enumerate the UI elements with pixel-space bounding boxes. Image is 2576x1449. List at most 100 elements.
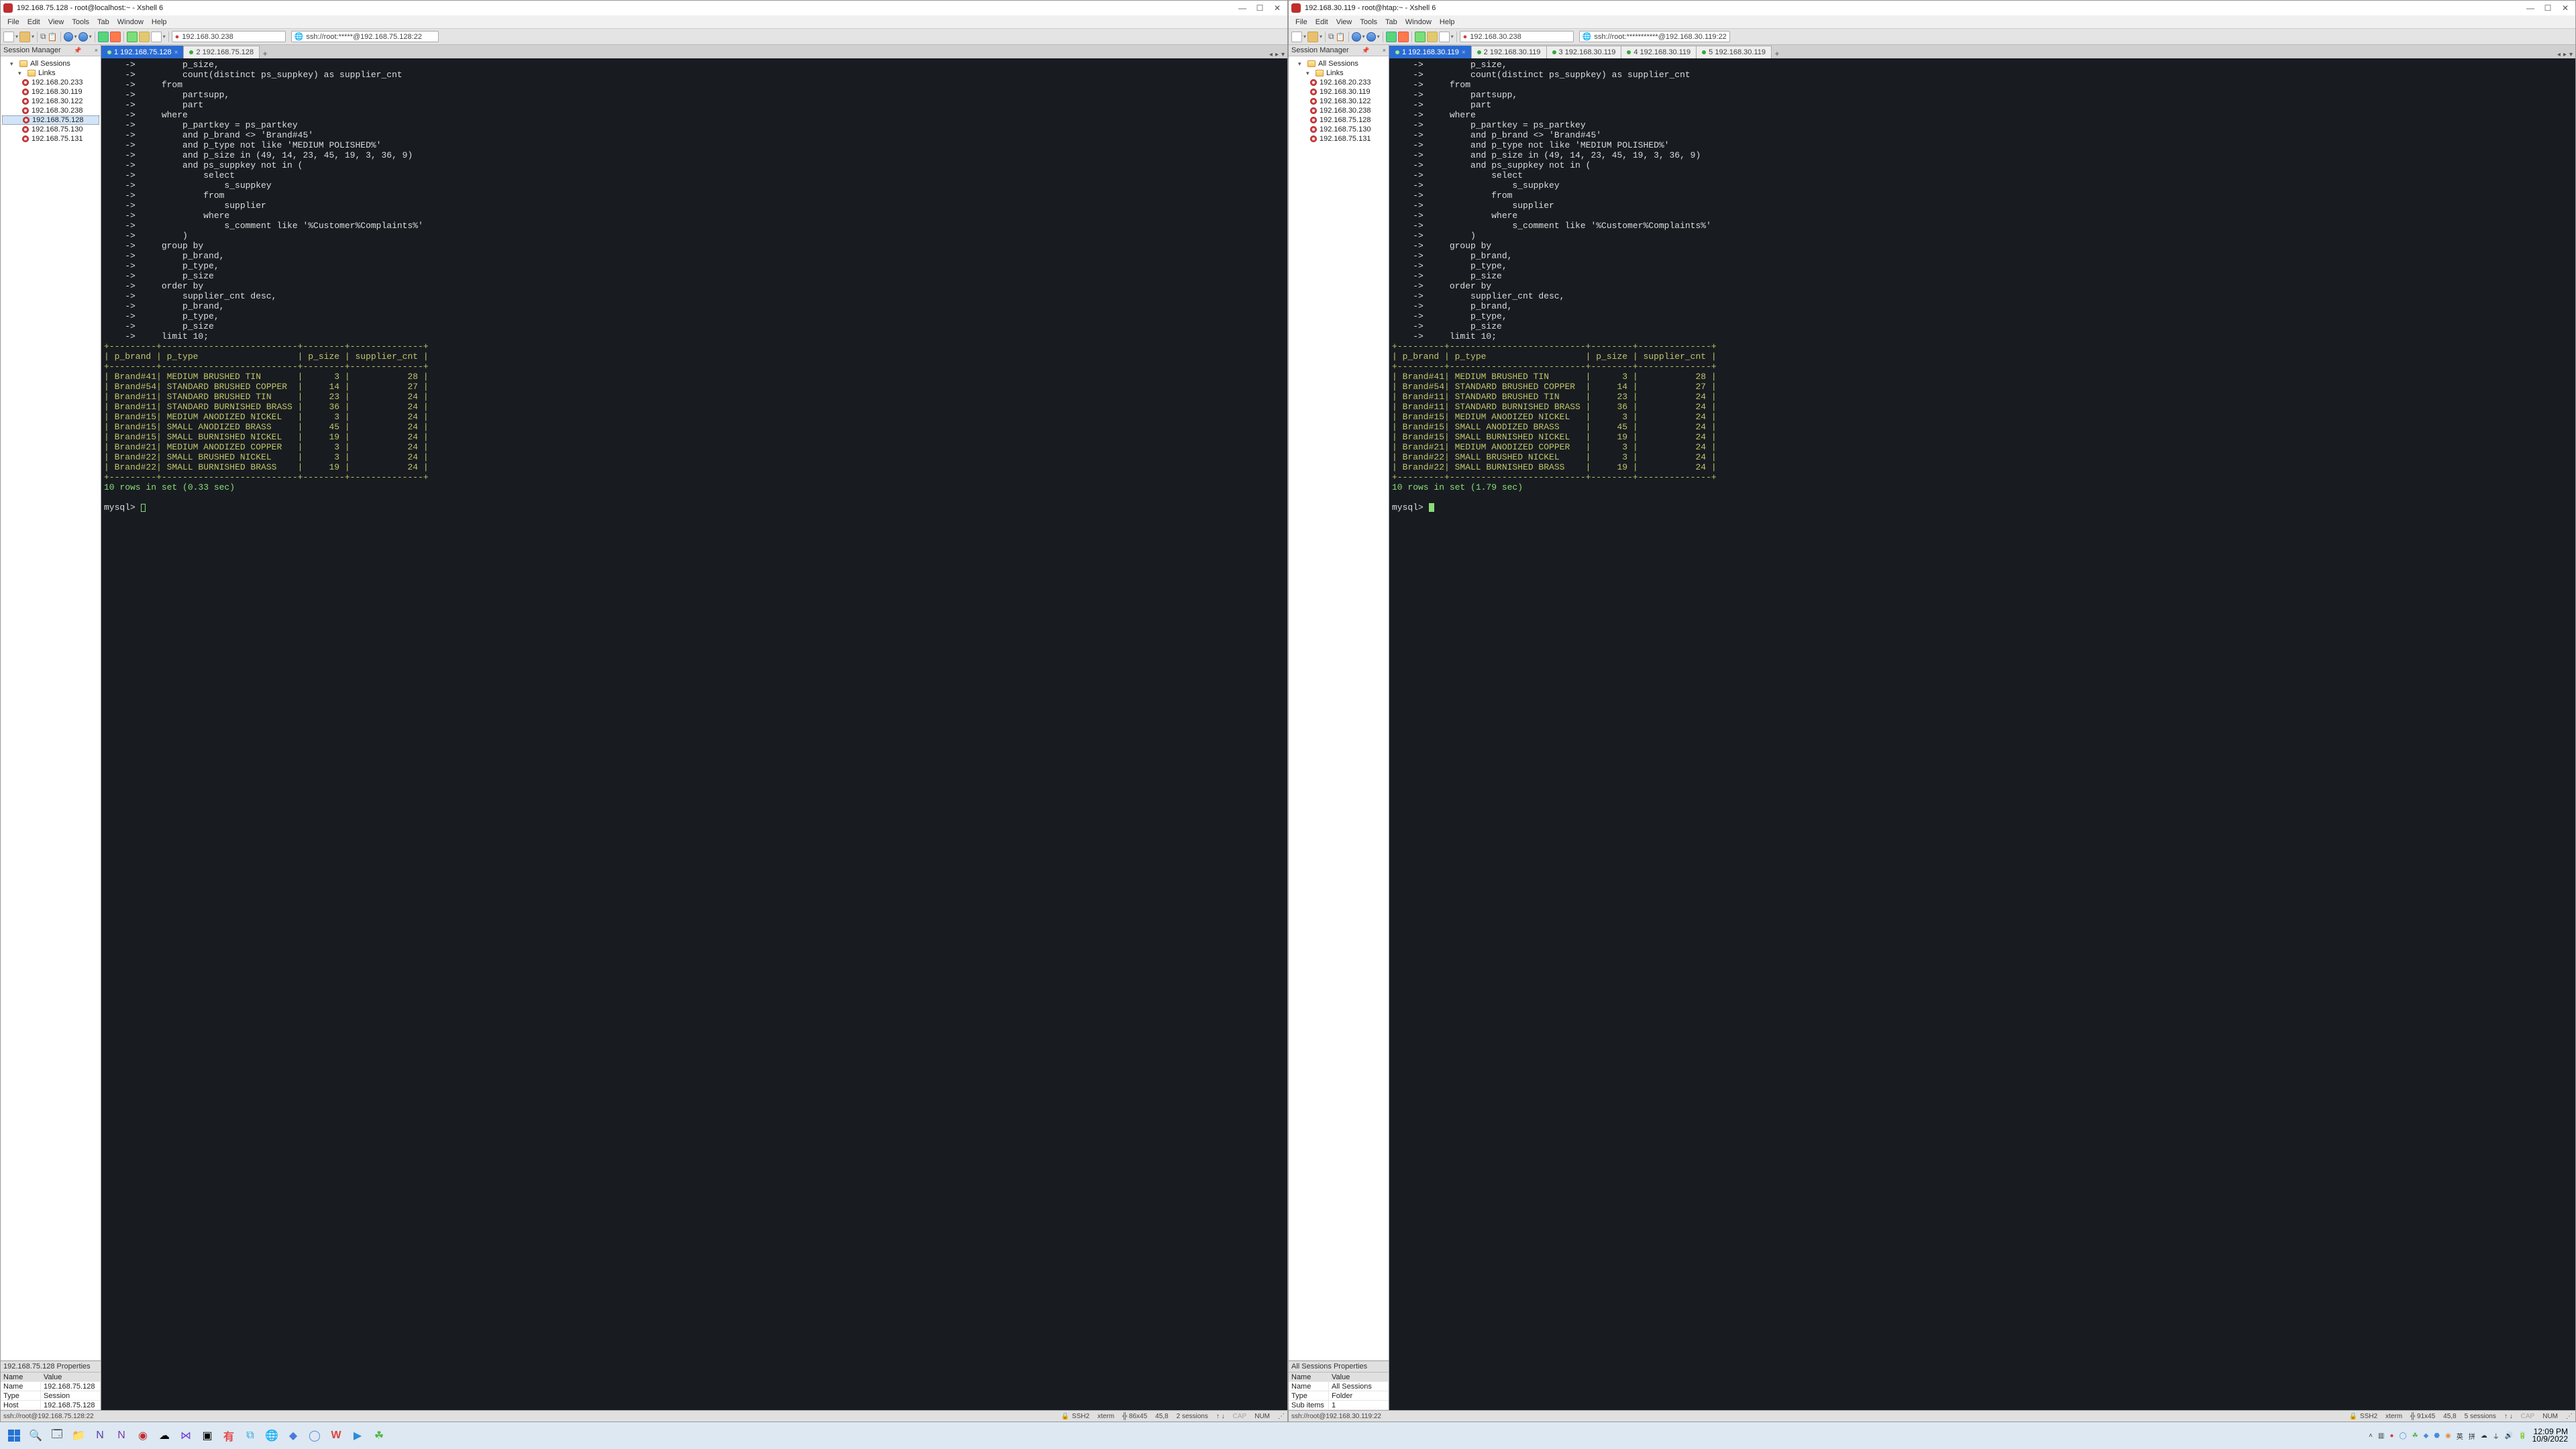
menu-tab[interactable]: Tab (95, 18, 112, 26)
reconnect-icon[interactable] (98, 32, 109, 42)
tree-host[interactable]: 192.168.30.122 (2, 97, 99, 106)
tray-icon[interactable]: ◉ (2445, 1432, 2451, 1440)
tree-root[interactable]: ▾All Sessions (1290, 59, 1387, 68)
tree-host[interactable]: 192.168.75.131 (2, 134, 99, 144)
explorer-icon[interactable]: 📁 (68, 1426, 89, 1446)
tray-icon[interactable]: ☘ (2412, 1432, 2418, 1440)
sound-icon[interactable]: 🔊 (2505, 1432, 2513, 1440)
close-button[interactable]: ✕ (2561, 3, 2570, 13)
lock-icon[interactable] (139, 32, 150, 42)
wechat-icon[interactable]: ☘ (369, 1426, 389, 1446)
app-blue-icon[interactable]: ◆ (283, 1426, 303, 1446)
terminal-tab[interactable]: 2 192.168.75.128 (183, 46, 260, 58)
tree-root[interactable]: ▾All Sessions (2, 59, 99, 68)
search-icon[interactable]: 🔍 (25, 1426, 46, 1446)
tree-host[interactable]: 192.168.30.238 (2, 106, 99, 115)
globe1-icon[interactable] (1352, 32, 1361, 42)
tray-icon[interactable]: ◯ (2399, 1432, 2406, 1440)
tree-host[interactable]: 192.168.75.128 (1290, 115, 1387, 125)
menu-tab[interactable]: Tab (1383, 18, 1400, 26)
pin-icon[interactable]: 📌 (1362, 47, 1369, 54)
tab-next-icon[interactable]: ▸ (1275, 51, 1279, 58)
wps-icon[interactable]: W (326, 1426, 346, 1446)
tree-links[interactable]: ▾Links (1290, 68, 1387, 78)
menu-help[interactable]: Help (1437, 18, 1458, 26)
tab-close-icon[interactable]: × (174, 49, 178, 56)
tile-icon[interactable] (127, 32, 138, 42)
tab-menu-icon[interactable]: ▾ (1281, 51, 1285, 58)
tray-chevron-icon[interactable]: ˄ (2369, 1432, 2373, 1440)
tree-host[interactable]: 192.168.30.122 (1290, 97, 1387, 106)
tree-host[interactable]: 192.168.75.130 (2, 125, 99, 134)
lock-icon[interactable] (1427, 32, 1438, 42)
tree-host[interactable]: 192.168.75.131 (1290, 134, 1387, 144)
tab-next-icon[interactable]: ▸ (2563, 51, 2567, 58)
menu-tools[interactable]: Tools (1357, 18, 1380, 26)
address-bar-1[interactable]: ●192.168.30.238 (172, 31, 286, 42)
menu-view[interactable]: View (46, 18, 67, 26)
minimize-button[interactable]: — (1238, 3, 1247, 13)
vscode-icon[interactable]: ⧉ (240, 1426, 260, 1446)
tab-prev-icon[interactable]: ◂ (1269, 51, 1273, 58)
app-blue2-icon[interactable]: ▶ (347, 1426, 368, 1446)
menu-file[interactable]: File (1293, 18, 1310, 26)
menu-edit[interactable]: Edit (1313, 18, 1331, 26)
tab-menu-icon[interactable]: ▾ (2569, 51, 2573, 58)
start-button[interactable] (4, 1426, 24, 1446)
disconnect-icon[interactable] (110, 32, 121, 42)
xshell-icon[interactable]: ◉ (133, 1426, 153, 1446)
tree-host[interactable]: 192.168.75.128 (2, 115, 99, 125)
tray-icon[interactable]: ⬣ (2434, 1432, 2440, 1440)
globe2-icon[interactable] (1366, 32, 1376, 42)
globe1-icon[interactable] (64, 32, 73, 42)
terminal-tab[interactable]: 4 192.168.30.119 (1621, 46, 1697, 58)
copy-icon[interactable]: ⧉ (1328, 32, 1334, 42)
terminal-tab[interactable]: 5 192.168.30.119 (1696, 46, 1772, 58)
vs-icon[interactable]: ⋈ (176, 1426, 196, 1446)
tab-prev-icon[interactable]: ◂ (2557, 51, 2561, 58)
minimize-button[interactable]: — (2526, 3, 2535, 13)
tray-icon[interactable]: ● (2390, 1432, 2394, 1440)
menu-edit[interactable]: Edit (25, 18, 43, 26)
terminal-icon[interactable]: ▣ (197, 1426, 217, 1446)
find-icon[interactable] (1439, 32, 1450, 42)
tray-icon[interactable]: ◆ (2424, 1432, 2429, 1440)
open-icon[interactable] (19, 32, 30, 42)
add-tab-button[interactable]: + (1771, 49, 1783, 58)
terminal-tab[interactable]: 3 192.168.30.119 (1546, 46, 1622, 58)
address-bar-1[interactable]: ●192.168.30.238 (1460, 31, 1574, 42)
tree-host[interactable]: 192.168.30.119 (1290, 87, 1387, 97)
menu-file[interactable]: File (5, 18, 22, 26)
maximize-button[interactable]: ☐ (2543, 3, 2553, 13)
ime-mode[interactable]: 拼 (2469, 1431, 2475, 1441)
app-icon-2[interactable]: ☁ (154, 1426, 174, 1446)
tree-host[interactable]: 192.168.30.119 (2, 87, 99, 97)
onenote-icon[interactable]: N (111, 1426, 131, 1446)
new-session-icon[interactable] (1291, 32, 1302, 42)
window-titlebar[interactable]: 192.168.75.128 - root@localhost:~ - Xshe… (1, 1, 1287, 15)
tree-host[interactable]: 192.168.20.233 (1290, 78, 1387, 87)
tab-close-icon[interactable]: × (1462, 49, 1466, 56)
ime-lang[interactable]: 英 (2457, 1431, 2463, 1441)
battery-icon[interactable]: 🔋 (2518, 1432, 2526, 1440)
address-bar-2[interactable]: 🌐ssh://root:***********@192.168.30.119:2… (1579, 31, 1730, 42)
find-icon[interactable] (151, 32, 162, 42)
pin-icon[interactable]: 📌 (74, 47, 81, 54)
maximize-button[interactable]: ☐ (1255, 3, 1265, 13)
task-view-icon[interactable]: 🗔 (47, 1426, 67, 1446)
close-pane-icon[interactable]: × (95, 47, 98, 54)
tree-host[interactable]: 192.168.75.130 (1290, 125, 1387, 134)
terminal-tab[interactable]: 1 192.168.30.119× (1389, 46, 1472, 58)
reconnect-icon[interactable] (1386, 32, 1397, 42)
open-icon[interactable] (1307, 32, 1318, 42)
terminal-tab[interactable]: 2 192.168.30.119 (1471, 46, 1547, 58)
app-icon[interactable]: N (90, 1426, 110, 1446)
tree-host[interactable]: 192.168.30.238 (1290, 106, 1387, 115)
chrome-icon[interactable]: 🌐 (262, 1426, 282, 1446)
menu-view[interactable]: View (1334, 18, 1355, 26)
app-circle-icon[interactable]: ◯ (305, 1426, 325, 1446)
taskbar-clock[interactable]: 12:09 PM 10/9/2022 (2528, 1428, 2572, 1443)
close-button[interactable]: ✕ (1273, 3, 1282, 13)
tree-host[interactable]: 192.168.20.233 (2, 78, 99, 87)
terminal-output[interactable]: -> p_size, -> count(distinct ps_suppkey)… (1389, 58, 2575, 1410)
